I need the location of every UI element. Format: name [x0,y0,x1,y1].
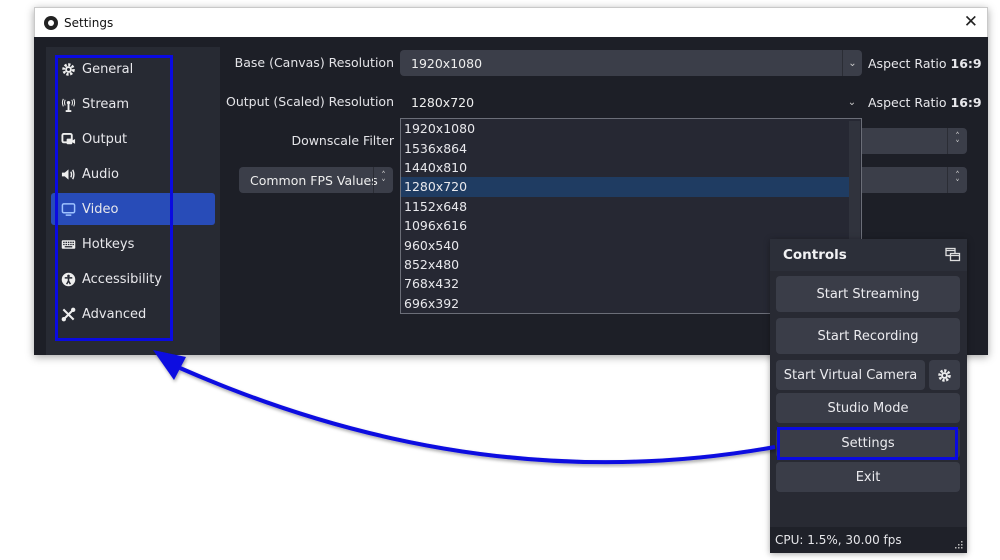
arrow-curve [179,366,776,465]
status-bar: CPU: 1.5%, 30.00 fps [770,527,967,553]
base-resolution-value: 1920x1080 [411,55,483,71]
virtual-camera-settings-button[interactable] [929,360,960,390]
resize-grip-icon[interactable] [955,541,963,549]
window-title: Settings [64,15,114,30]
speaker-icon [60,166,76,182]
sidebar-item-label: Video [82,201,119,217]
sidebar-item-label: Hotkeys [82,236,135,252]
base-resolution-label: Base (Canvas) Resolution [234,55,394,70]
dropdown-option[interactable]: 1920x1080 [401,119,849,138]
base-resolution-combo[interactable]: 1920x1080 ⌄ [400,50,862,76]
antenna-icon [60,96,76,112]
cpu-fps-status: CPU: 1.5%, 30.00 fps [775,533,902,547]
chevron-down-icon: ⌄ [842,50,862,76]
keyboard-icon [60,236,76,252]
exit-button[interactable]: Exit [776,462,960,492]
up-down-icon: ˄ ˅ [947,167,967,193]
fps-type-value: Common FPS Values [250,172,378,188]
base-aspect-ratio: Aspect Ratio 16:9 [868,56,982,71]
sidebar-item-stream[interactable]: Stream [51,88,215,120]
dropdown-option[interactable]: 1536x864 [401,138,849,157]
start-recording-button[interactable]: Start Recording [776,318,960,354]
settings-button[interactable]: Settings [776,428,960,458]
sidebar-item-advanced[interactable]: Advanced [51,298,215,330]
sidebar-item-video[interactable]: Video [51,193,215,225]
up-down-icon: ˄ ˅ [373,167,393,193]
studio-mode-button[interactable]: Studio Mode [776,393,960,423]
dropdown-option[interactable]: 1096x616 [401,216,849,235]
sidebar-item-output[interactable]: Output [51,123,215,155]
title-bar: Settings ✕ [34,7,988,37]
sidebar-item-label: Audio [82,166,119,182]
start-streaming-button[interactable]: Start Streaming [776,276,960,312]
settings-sidebar: General Stream Output Audio Video Hotkey… [46,47,220,355]
aspect-prefix: Aspect Ratio [868,95,947,110]
sidebar-item-audio[interactable]: Audio [51,158,215,190]
output-resolution-combo[interactable]: 1280x720 ⌄ [400,89,862,115]
undock-icon[interactable] [945,247,961,263]
output-aspect-ratio: Aspect Ratio 16:9 [868,95,982,110]
tools-icon [60,306,76,322]
controls-dock: Controls Start Streaming Start Recording… [770,239,967,553]
downscale-filter-label: Downscale Filter [291,133,394,148]
gear-icon [60,61,76,77]
up-down-icon: ˄ ˅ [947,128,967,154]
output-resolution-value: 1280x720 [411,94,475,110]
controls-title: Controls [783,247,847,263]
start-virtual-camera-button[interactable]: Start Virtual Camera [776,360,925,390]
sidebar-item-hotkeys[interactable]: Hotkeys [51,228,215,260]
accessibility-icon [60,271,76,287]
sidebar-item-accessibility[interactable]: Accessibility [51,263,215,295]
sidebar-item-label: Advanced [82,306,147,322]
dropdown-option-selected[interactable]: 1280x720 [401,177,849,197]
chevron-down-icon: ⌄ [847,96,857,108]
gear-icon [938,368,951,382]
output-resolution-label: Output (Scaled) Resolution [226,94,394,109]
output-icon [60,131,76,147]
sidebar-item-label: Stream [82,96,130,112]
controls-header: Controls [770,239,967,271]
sidebar-item-general[interactable]: General [51,53,215,85]
fps-type-combo[interactable]: Common FPS Values ˄ ˅ [239,167,393,193]
aspect-prefix: Aspect Ratio [868,56,947,71]
sidebar-item-label: General [82,61,134,77]
aspect-value: 16:9 [950,95,982,110]
obs-logo-icon [44,15,58,30]
dropdown-option[interactable]: 1440x810 [401,158,849,177]
sidebar-item-label: Accessibility [82,271,162,287]
sidebar-item-label: Output [82,131,128,147]
close-button[interactable]: ✕ [964,12,978,32]
monitor-icon [60,201,76,217]
dropdown-option[interactable]: 1152x648 [401,197,849,216]
aspect-value: 16:9 [950,56,982,71]
